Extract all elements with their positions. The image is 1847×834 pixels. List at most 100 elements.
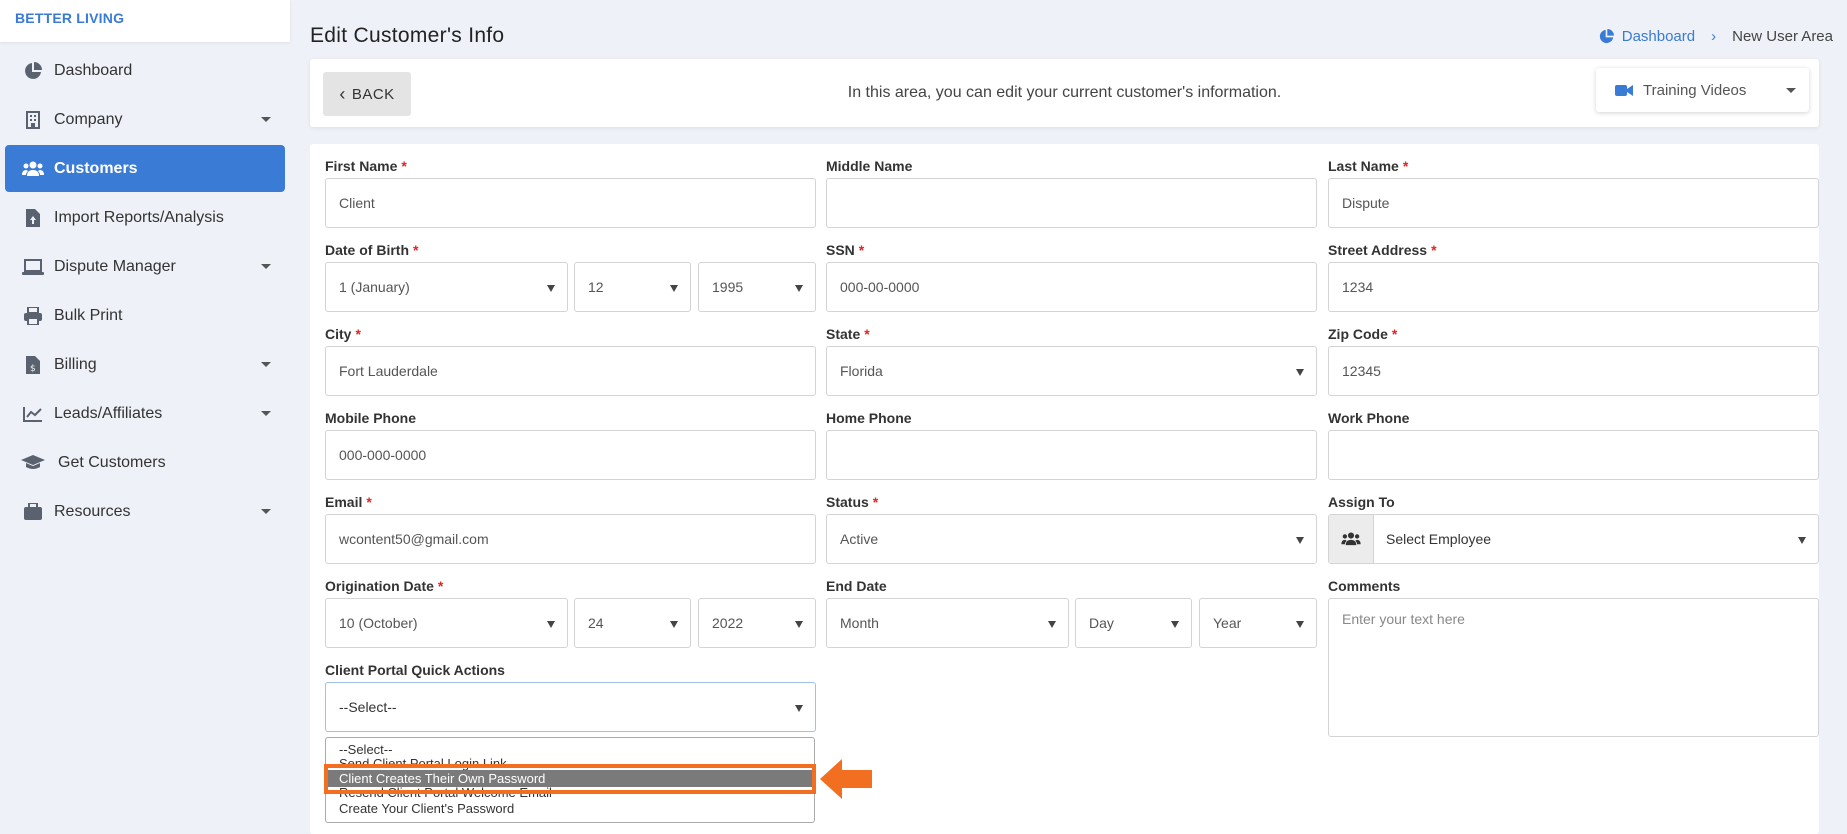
printer-icon bbox=[21, 306, 45, 326]
dob-label: Date of Birth * bbox=[325, 242, 419, 258]
quick-actions-select[interactable]: --Select-- bbox=[325, 682, 816, 732]
end-date-label: End Date bbox=[826, 578, 887, 594]
page-title: Edit Customer's Info bbox=[310, 24, 505, 47]
sidebar-nav: Dashboard Company Customers Import Repor… bbox=[5, 47, 285, 537]
sidebar-item-dashboard[interactable]: Dashboard bbox=[5, 47, 285, 94]
assign-to-select[interactable]: Select Employee bbox=[1328, 514, 1819, 564]
annotation-highlight-box bbox=[324, 764, 816, 794]
chart-line-icon bbox=[21, 404, 45, 424]
last-name-label: Last Name * bbox=[1328, 158, 1409, 174]
info-bar: In this area, you can edit your current … bbox=[310, 59, 1819, 127]
invoice-icon: $ bbox=[21, 355, 45, 375]
pie-chart-icon bbox=[1599, 29, 1614, 44]
chevron-down-icon bbox=[261, 362, 271, 367]
sidebar-item-label: Customers bbox=[54, 159, 138, 177]
training-videos-button[interactable]: Training Videos bbox=[1596, 68, 1809, 112]
sidebar-item-company[interactable]: Company bbox=[5, 96, 285, 143]
work-phone-field[interactable] bbox=[1328, 430, 1819, 480]
origination-month-select[interactable]: 10 (October) bbox=[325, 598, 568, 648]
sidebar-item-customers[interactable]: Customers bbox=[5, 145, 285, 192]
breadcrumb-home-label: Dashboard bbox=[1621, 28, 1696, 45]
assign-to-label: Assign To bbox=[1328, 494, 1395, 510]
state-select[interactable]: Florida bbox=[826, 346, 1317, 396]
email-field[interactable]: wcontent50@gmail.com bbox=[325, 514, 816, 564]
sidebar-item-resources[interactable]: Resources bbox=[5, 488, 285, 535]
dob-day-select[interactable]: 12 bbox=[574, 262, 691, 312]
sidebar-item-label: Billing bbox=[54, 355, 97, 373]
origination-day-select[interactable]: 24 bbox=[574, 598, 691, 648]
ssn-label: SSN * bbox=[826, 242, 865, 258]
brand-logo[interactable]: BETTER LIVING bbox=[0, 0, 290, 42]
dob-year-select[interactable]: 1995 bbox=[698, 262, 816, 312]
breadcrumb-dashboard-link[interactable]: Dashboard bbox=[1599, 28, 1695, 45]
email-label: Email * bbox=[325, 494, 372, 510]
chevron-down-icon bbox=[1786, 88, 1796, 93]
chevron-left-icon: ‹ bbox=[339, 84, 346, 104]
chevron-down-icon bbox=[261, 411, 271, 416]
ssn-field[interactable]: 000-00-0000 bbox=[826, 262, 1317, 312]
zip-code-field[interactable]: 12345 bbox=[1328, 346, 1819, 396]
sidebar-item-label: Company bbox=[54, 110, 123, 128]
comments-label: Comments bbox=[1328, 578, 1401, 594]
work-phone-label: Work Phone bbox=[1328, 410, 1410, 426]
dropdown-option[interactable]: Create Your Client's Password bbox=[326, 802, 814, 819]
sidebar-item-label: Import Reports/Analysis bbox=[54, 208, 224, 226]
users-icon bbox=[21, 159, 45, 179]
graduation-cap-icon bbox=[21, 453, 45, 473]
sidebar-item-label: Resources bbox=[54, 502, 131, 520]
annotation-arrow-icon bbox=[820, 759, 872, 799]
sidebar-item-get-customers[interactable]: Get Customers bbox=[5, 439, 285, 486]
city-field[interactable]: Fort Lauderdale bbox=[325, 346, 816, 396]
sidebar-item-label: Dispute Manager bbox=[54, 257, 176, 275]
back-button-label: BACK bbox=[351, 85, 395, 103]
middle-name-label: Middle Name bbox=[826, 158, 913, 174]
zip-code-label: Zip Code * bbox=[1328, 326, 1398, 342]
sidebar-item-label: Leads/Affiliates bbox=[54, 404, 163, 422]
end-date-day-select[interactable]: Day bbox=[1075, 598, 1192, 648]
status-select[interactable]: Active bbox=[826, 514, 1317, 564]
sidebar-item-leads-affiliates[interactable]: Leads/Affiliates bbox=[5, 390, 285, 437]
end-date-month-select[interactable]: Month bbox=[826, 598, 1069, 648]
sidebar-item-billing[interactable]: $ Billing bbox=[5, 341, 285, 388]
sidebar-item-import-reports[interactable]: Import Reports/Analysis bbox=[5, 194, 285, 241]
origination-date-label: Origination Date * bbox=[325, 578, 444, 594]
sidebar-item-bulk-print[interactable]: Bulk Print bbox=[5, 292, 285, 339]
svg-text:$: $ bbox=[30, 364, 36, 374]
assign-to-value: Select Employee bbox=[1386, 531, 1492, 547]
mobile-phone-label: Mobile Phone bbox=[325, 410, 416, 426]
first-name-field[interactable]: Client bbox=[325, 178, 816, 228]
comments-textarea[interactable]: Enter your text here bbox=[1328, 598, 1819, 737]
chevron-right-icon: › bbox=[1711, 28, 1717, 45]
sidebar-item-label: Dashboard bbox=[54, 61, 133, 79]
training-videos-label: Training Videos bbox=[1643, 81, 1747, 99]
city-label: City * bbox=[325, 326, 361, 342]
laptop-icon bbox=[21, 257, 45, 277]
file-upload-icon bbox=[21, 208, 45, 228]
chevron-down-icon bbox=[261, 117, 271, 122]
users-icon bbox=[1329, 515, 1374, 563]
last-name-field[interactable]: Dispute bbox=[1328, 178, 1819, 228]
building-icon bbox=[21, 110, 45, 130]
back-button[interactable]: ‹ BACK bbox=[323, 72, 411, 116]
info-message: In this area, you can edit your current … bbox=[847, 84, 1282, 101]
state-label: State * bbox=[826, 326, 870, 342]
dob-month-select[interactable]: 1 (January) bbox=[325, 262, 568, 312]
origination-year-select[interactable]: 2022 bbox=[698, 598, 816, 648]
pie-chart-icon bbox=[21, 61, 45, 81]
quick-actions-label: Client Portal Quick Actions bbox=[325, 662, 505, 678]
chevron-down-icon bbox=[261, 509, 271, 514]
mobile-phone-field[interactable]: 000-000-0000 bbox=[325, 430, 816, 480]
chevron-down-icon bbox=[261, 264, 271, 269]
sidebar: BETTER LIVING Dashboard Company Customer… bbox=[0, 0, 290, 834]
sidebar-item-dispute-manager[interactable]: Dispute Manager bbox=[5, 243, 285, 290]
end-date-year-select[interactable]: Year bbox=[1199, 598, 1317, 648]
middle-name-field[interactable] bbox=[826, 178, 1317, 228]
dropdown-option[interactable]: --Select-- bbox=[326, 741, 814, 758]
video-camera-icon bbox=[1615, 84, 1633, 96]
sidebar-item-label: Get Customers bbox=[58, 453, 166, 471]
briefcase-icon bbox=[21, 502, 45, 522]
street-address-field[interactable]: 1234 bbox=[1328, 262, 1819, 312]
street-address-label: Street Address * bbox=[1328, 242, 1437, 258]
home-phone-field[interactable] bbox=[826, 430, 1317, 480]
sidebar-item-label: Bulk Print bbox=[54, 306, 123, 324]
